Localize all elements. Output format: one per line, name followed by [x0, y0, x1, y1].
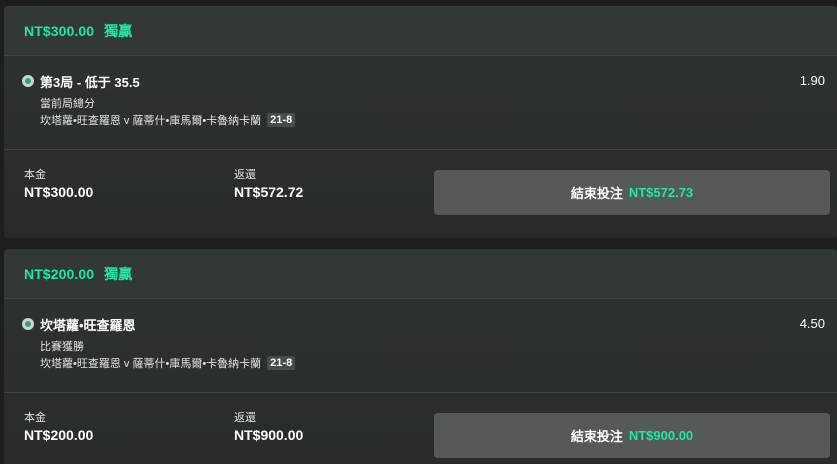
bet-card: NT$300.00 獨贏 第3局 - 低于 35.5 1.90 當前局總分 坎塔蘿…	[4, 6, 837, 238]
cash-out-amount: NT$572.73	[628, 185, 694, 200]
stake-label: 本金	[24, 169, 46, 181]
bet-footer: 本金 NT$200.00 返還 NT$900.00 結束投注 NT$900.00	[4, 393, 837, 464]
event-name[interactable]: 坎塔蘿•旺查羅恩 v 薩蒂什•庫馬爾•卡魯納卡蘭	[40, 355, 261, 371]
bet-type: 獨贏	[104, 265, 133, 282]
return-value: NT$900.00	[234, 427, 304, 443]
score-badge: 21-8	[267, 113, 296, 127]
cash-out-label: 結束投注	[570, 186, 623, 201]
selection-event: 坎塔蘿•旺查羅恩 v 薩蒂什•庫馬爾•卡魯納卡蘭 21-8	[40, 112, 296, 128]
selection-market: 比賽獲勝	[40, 341, 84, 353]
selection-odds: 4.50	[799, 316, 825, 331]
return-label: 返還	[234, 169, 256, 181]
bet-stake-amount: NT$200.00	[24, 265, 95, 282]
bet-card: NT$200.00 獨贏 坎塔蘿•旺查羅恩 4.50 比賽獲勝 坎塔蘿•旺查羅恩 …	[4, 249, 837, 464]
return-value: NT$572.72	[234, 184, 304, 200]
stake-value: NT$300.00	[24, 184, 94, 200]
bet-summary: NT$200.00 獨贏	[24, 264, 132, 284]
cash-out-button[interactable]: 結束投注 NT$572.73	[434, 170, 830, 215]
badminton-shuttlecock-icon	[22, 318, 34, 330]
cash-out-amount: NT$900.00	[628, 428, 694, 443]
bet-selection: 坎塔蘿•旺查羅恩 4.50 比賽獲勝 坎塔蘿•旺查羅恩 v 薩蒂什•庫馬爾•卡魯…	[4, 299, 837, 393]
cash-out-button[interactable]: 結束投注 NT$900.00	[434, 413, 830, 458]
bet-card-header[interactable]: NT$300.00 獨贏	[4, 6, 837, 56]
badminton-shuttlecock-icon	[22, 75, 34, 87]
return-label: 返還	[234, 412, 256, 424]
stake-label: 本金	[24, 412, 46, 424]
bet-selection: 第3局 - 低于 35.5 1.90 當前局總分 坎塔蘿•旺查羅恩 v 薩蒂什•…	[4, 56, 837, 150]
score-badge: 21-8	[267, 356, 296, 370]
selection-odds: 1.90	[799, 73, 825, 88]
stake-value: NT$200.00	[24, 427, 94, 443]
selection-title: 第3局 - 低于 35.5	[40, 75, 140, 90]
selection-event: 坎塔蘿•旺查羅恩 v 薩蒂什•庫馬爾•卡魯納卡蘭 21-8	[40, 355, 296, 371]
cash-out-label: 結束投注	[570, 429, 623, 444]
bet-summary: NT$300.00 獨贏	[24, 21, 132, 41]
selection-market: 當前局總分	[40, 98, 95, 110]
bet-card-header[interactable]: NT$200.00 獨贏	[4, 249, 837, 299]
bet-footer: 本金 NT$300.00 返還 NT$572.72 結束投注 NT$572.73	[4, 150, 837, 238]
selection-title: 坎塔蘿•旺查羅恩	[40, 318, 136, 333]
bet-stake-amount: NT$300.00	[24, 22, 95, 39]
event-name[interactable]: 坎塔蘿•旺查羅恩 v 薩蒂什•庫馬爾•卡魯納卡蘭	[40, 112, 261, 128]
bet-type: 獨贏	[104, 22, 133, 39]
